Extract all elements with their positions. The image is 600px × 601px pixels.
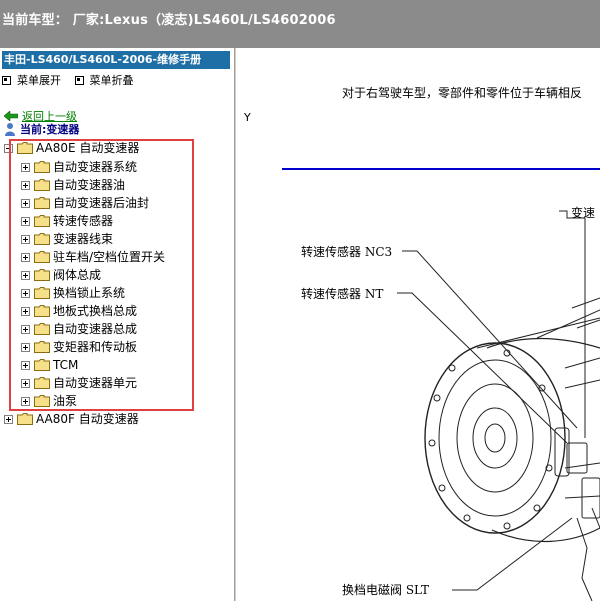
tree-node-label: AA80F 自动变速器: [36, 412, 139, 426]
collapse-menu-button[interactable]: 菜单折叠: [74, 72, 134, 88]
back-arrow-icon: [4, 111, 18, 121]
expand-toggle-icon[interactable]: [4, 414, 13, 424]
vehicle-model-title: 当前车型： 厂家:Lexus（凌志)LS460L/LS4602006: [2, 13, 336, 28]
folder-icon: [17, 413, 33, 425]
manual-title: 丰田-LS460/LS460L-2006-维修手册: [2, 51, 230, 69]
expand-menu-label: 菜单展开: [17, 74, 61, 87]
leader-line: [402, 250, 578, 429]
current-location-label: 当前:变速器: [20, 123, 80, 136]
document-viewer: 对于右驾驶车型，零部件和零件位于车辆相反 Y 变速 转速传感器 NC3 转速传感…: [237, 48, 600, 601]
top-header: 当前车型： 厂家:Lexus（凌志)LS460L/LS4602006: [0, 0, 600, 48]
leader-line: [452, 517, 573, 591]
expand-icon: [2, 75, 11, 85]
tree-node-aa80f[interactable]: AA80F 自动变速器: [4, 411, 139, 427]
user-icon: [5, 123, 15, 136]
transmission-diagram: [397, 210, 600, 601]
menu-actions: 菜单展开 菜单折叠: [2, 72, 144, 88]
collapse-menu-label: 菜单折叠: [89, 74, 134, 87]
current-location: 当前:变速器: [4, 121, 79, 137]
expand-menu-button[interactable]: 菜单展开: [2, 72, 61, 88]
collapse-icon: [74, 75, 84, 85]
highlight-box: [9, 139, 194, 411]
